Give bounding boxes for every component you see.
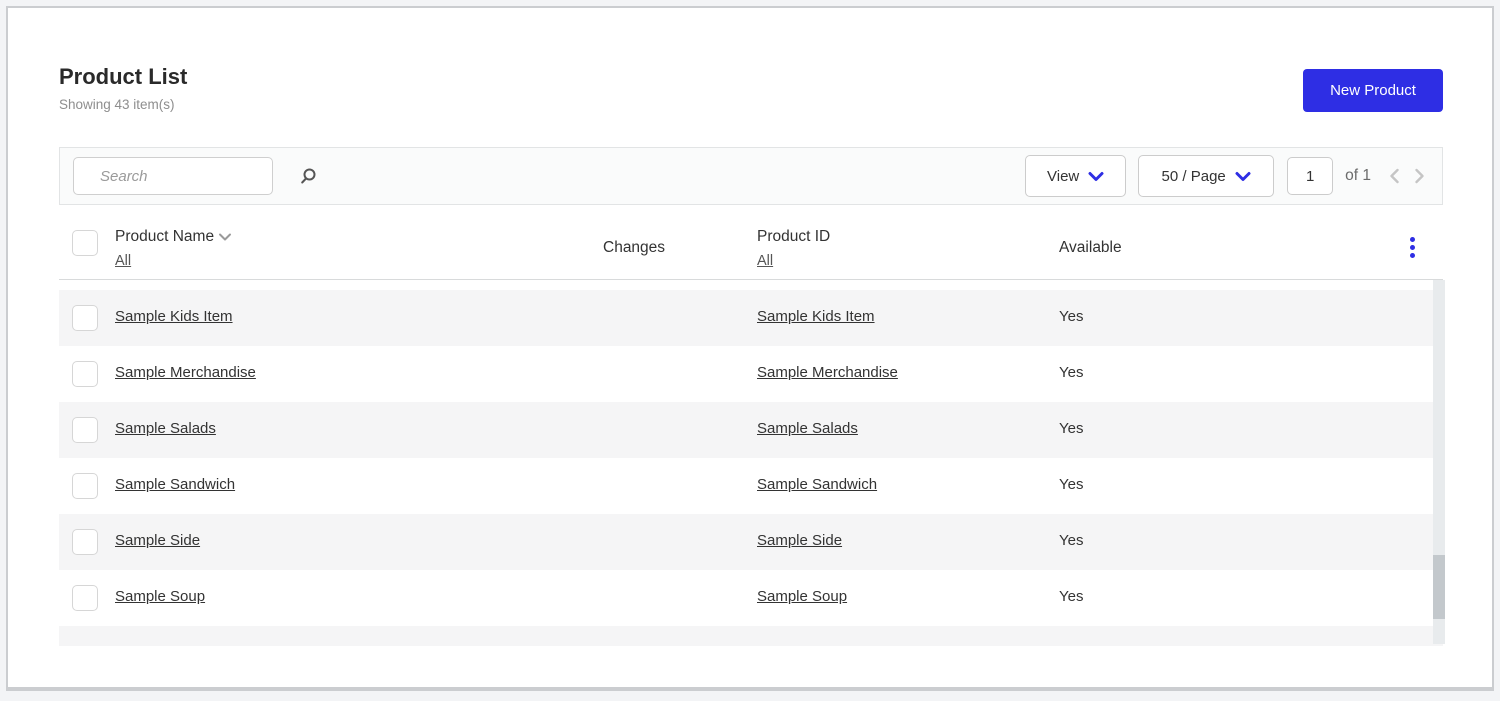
- product-name-link[interactable]: Sample Sandwich: [115, 476, 235, 493]
- table-row: Sample Side Sample Side Yes: [59, 514, 1443, 570]
- sort-chevron-down-icon[interactable]: [218, 232, 232, 242]
- view-dropdown-label: View: [1047, 168, 1079, 185]
- product-name-filter-all-link[interactable]: All: [115, 253, 131, 269]
- row-checkbox[interactable]: [72, 585, 98, 611]
- product-id-link[interactable]: Sample Merchandise: [757, 364, 898, 381]
- table-row: Sample Salads Sample Salads Yes: [59, 402, 1443, 458]
- chevron-down-icon: [1088, 171, 1104, 182]
- product-name-link[interactable]: Sample Side: [115, 532, 200, 549]
- chevron-left-icon[interactable]: [1385, 166, 1404, 186]
- column-header-changes[interactable]: Changes: [603, 239, 665, 257]
- product-list-card: Product List Showing 43 item(s) New Prod…: [6, 6, 1494, 691]
- row-checkbox[interactable]: [72, 529, 98, 555]
- select-all-checkbox[interactable]: [72, 230, 98, 256]
- per-page-dropdown-label: 50 / Page: [1162, 168, 1226, 185]
- search-input[interactable]: [74, 168, 299, 185]
- product-id-link[interactable]: Sample Salads: [757, 420, 858, 437]
- product-name-link[interactable]: Sample Salads: [115, 420, 216, 437]
- per-page-dropdown[interactable]: 50 / Page: [1138, 155, 1274, 197]
- product-id-link[interactable]: Sample Kids Item: [757, 308, 875, 325]
- page-count-label: of 1: [1345, 167, 1371, 185]
- chevron-down-icon: [1235, 171, 1251, 182]
- page-title: Product List: [59, 64, 187, 90]
- product-name-link[interactable]: Sample Merchandise: [115, 364, 256, 381]
- table-row: Sample Soup Sample Soup Yes: [59, 570, 1443, 626]
- available-value: Yes: [1059, 364, 1083, 381]
- table-header-row: Product Name All Changes Product ID All …: [59, 212, 1443, 280]
- row-checkbox[interactable]: [72, 305, 98, 331]
- available-value: Yes: [1059, 476, 1083, 493]
- available-value: Yes: [1059, 420, 1083, 437]
- toolbar-right-controls: View 50 / Page of 1: [1025, 155, 1429, 197]
- available-value: Yes: [1059, 588, 1083, 605]
- product-id-link[interactable]: Sample Soup: [757, 588, 847, 605]
- column-header-product-id[interactable]: Product ID: [757, 228, 830, 246]
- partially-visible-row: [59, 626, 1443, 646]
- available-value: Yes: [1059, 532, 1083, 549]
- product-name-header-label: Product Name: [115, 228, 214, 246]
- row-checkbox[interactable]: [72, 473, 98, 499]
- item-count-text: Showing 43 item(s): [59, 97, 187, 112]
- table-row: Sample Kids Item Sample Kids Item Yes: [59, 290, 1443, 346]
- search-box[interactable]: [73, 157, 273, 195]
- row-checkbox[interactable]: [72, 417, 98, 443]
- product-id-link[interactable]: Sample Side: [757, 532, 842, 549]
- product-name-link[interactable]: Sample Kids Item: [115, 308, 233, 325]
- page-number-input[interactable]: [1287, 157, 1333, 195]
- page-header: Product List Showing 43 item(s): [59, 64, 187, 112]
- product-id-filter-all-link[interactable]: All: [757, 253, 773, 269]
- row-checkbox[interactable]: [72, 361, 98, 387]
- product-name-link[interactable]: Sample Soup: [115, 588, 205, 605]
- product-id-link[interactable]: Sample Sandwich: [757, 476, 877, 493]
- view-dropdown[interactable]: View: [1025, 155, 1126, 197]
- column-options-kebab-icon[interactable]: [1408, 235, 1417, 260]
- available-value: Yes: [1059, 308, 1083, 325]
- table-body: Sample Kids Item Sample Kids Item Yes Sa…: [59, 290, 1443, 646]
- column-header-product-name[interactable]: Product Name: [115, 228, 232, 246]
- chevron-right-icon[interactable]: [1410, 166, 1429, 186]
- search-icon[interactable]: [299, 167, 317, 185]
- table-toolbar: View 50 / Page of 1: [59, 147, 1443, 205]
- new-product-button[interactable]: New Product: [1303, 69, 1443, 112]
- table-scrollbar-thumb[interactable]: [1433, 555, 1445, 619]
- column-header-available[interactable]: Available: [1059, 239, 1122, 257]
- table-row: Sample Sandwich Sample Sandwich Yes: [59, 458, 1443, 514]
- table-row: Sample Merchandise Sample Merchandise Ye…: [59, 346, 1443, 402]
